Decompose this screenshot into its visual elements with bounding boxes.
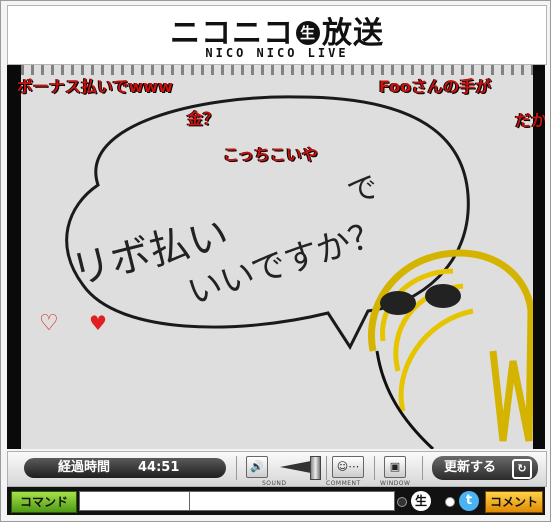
window-caption: WINDOW <box>380 480 411 487</box>
sound-button[interactable]: 🔊 <box>246 456 268 478</box>
player-frame: ニコニコ生放送 NICO NICO LIVE リボ払い で いいですか？ ボーナ… <box>0 0 551 522</box>
twitter-icon[interactable]: t <box>459 491 479 511</box>
video-player[interactable]: リボ払い で いいですか？ ボーナス払いでwww Fooさんの手が 金？ だか … <box>7 65 545 449</box>
comment-kocchi: こっちこいや <box>223 145 318 164</box>
elapsed-time-value: 44:51 <box>138 460 180 475</box>
divider <box>326 456 327 480</box>
nama-radio[interactable] <box>397 497 407 507</box>
divider <box>422 456 423 480</box>
nama-badge-icon: 生 <box>296 21 320 45</box>
comment-bar: コマンド 生 t コメント <box>7 487 545 515</box>
control-bar: 経過時間 44:51 🔊 SOUND ☺⋯ COMMENT ▣ WINDOW 更… <box>7 451 547 487</box>
comment-foo-hand: Fooさんの手が <box>379 77 492 96</box>
refresh-label: 更新する <box>444 460 497 475</box>
command-input[interactable] <box>79 491 191 511</box>
comment-daka: だか <box>515 111 545 130</box>
blonde-character-drawing <box>368 249 533 449</box>
comment-input[interactable] <box>189 491 395 511</box>
heart-solid-icon: ♥ <box>89 311 107 335</box>
heart-outline-icon: ♡ <box>39 311 59 336</box>
speaker-icon: 🔊 <box>246 456 268 478</box>
header: ニコニコ生放送 NICO NICO LIVE <box>7 5 547 65</box>
logo-subtitle: NICO NICO LIVE <box>205 46 349 60</box>
sound-caption: SOUND <box>262 480 287 487</box>
command-button[interactable]: コマンド <box>11 491 77 513</box>
elapsed-time-display: 経過時間 44:51 <box>24 458 226 478</box>
volume-slider-knob[interactable] <box>310 456 321 480</box>
window-icon: ▣ <box>384 456 406 478</box>
twitter-radio[interactable] <box>445 497 455 507</box>
divider <box>236 456 237 480</box>
refresh-icon: ↻ <box>512 459 532 479</box>
nama-icon[interactable]: 生 <box>411 491 431 511</box>
refresh-button[interactable]: 更新する ↻ <box>432 456 538 480</box>
submit-comment-button[interactable]: コメント <box>485 491 543 513</box>
divider <box>374 456 375 480</box>
elapsed-time-label: 経過時間 <box>58 460 111 475</box>
comment-toggle-button[interactable]: ☺⋯ <box>332 456 364 478</box>
window-button[interactable]: ▣ <box>384 456 406 478</box>
comment-icon: ☺⋯ <box>332 456 364 478</box>
comment-kane: 金？ <box>187 109 220 128</box>
comment-caption: COMMENT <box>326 480 361 487</box>
comment-bonus: ボーナス払いでwww <box>17 77 173 96</box>
